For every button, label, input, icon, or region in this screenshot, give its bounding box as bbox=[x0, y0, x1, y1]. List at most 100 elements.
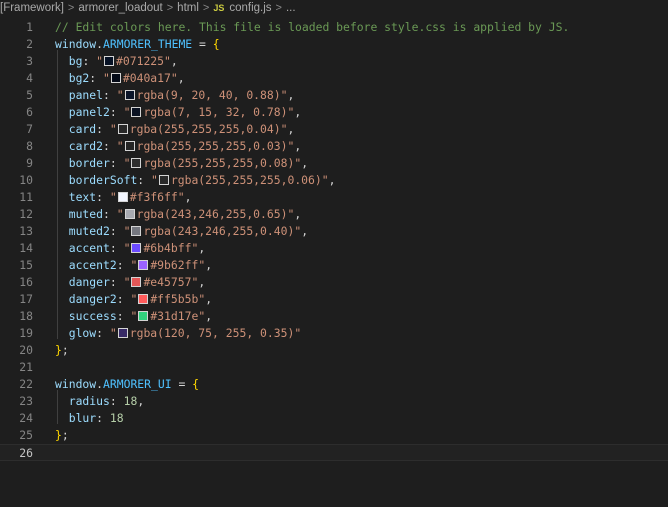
code-content: card2: " rgba(255,255,255,0.03)", bbox=[55, 138, 301, 155]
color-swatch-icon[interactable] bbox=[124, 141, 135, 151]
code-content: text: " #f3f6ff", bbox=[55, 189, 192, 206]
colon: : bbox=[103, 139, 117, 153]
code-content: // Edit colors here. This file is loaded… bbox=[55, 19, 569, 36]
colon: : bbox=[116, 292, 131, 306]
code-line[interactable]: 22 window.ARMORER_UI = { bbox=[0, 376, 668, 393]
theme-key-accent: accent bbox=[68, 241, 110, 255]
line-number: 7 bbox=[26, 122, 33, 136]
close-brace: } bbox=[55, 428, 62, 442]
color-swatch-icon[interactable] bbox=[131, 226, 142, 236]
theme-key-card: card bbox=[68, 122, 97, 136]
color-swatch-icon[interactable] bbox=[124, 90, 135, 100]
code-line[interactable]: 21 bbox=[0, 359, 668, 376]
line-number: 10 bbox=[19, 173, 33, 187]
theme-value-panel: rgba(9, 20, 40, 0.88) bbox=[136, 88, 281, 102]
color-swatch-icon[interactable] bbox=[131, 243, 142, 253]
code-editor[interactable]: 1 // Edit colors here. This file is loade… bbox=[0, 16, 668, 507]
line-number: 11 bbox=[19, 190, 33, 204]
comma: , bbox=[301, 224, 309, 238]
code-line[interactable]: 16 danger: " #e45757", bbox=[0, 274, 668, 291]
color-swatch-icon[interactable] bbox=[131, 107, 142, 117]
code-line[interactable]: 23 radius: 18, bbox=[0, 393, 668, 410]
theme-key-danger2: danger2 bbox=[68, 292, 117, 306]
code-line[interactable]: 24 blur: 18 bbox=[0, 410, 668, 427]
comma: , bbox=[287, 88, 295, 102]
line-number: 20 bbox=[19, 343, 33, 357]
code-line[interactable]: 17 danger2: " #ff5b5b", bbox=[0, 291, 668, 308]
ui-constant-name: ARMORER_UI bbox=[103, 377, 172, 391]
color-swatch-icon[interactable] bbox=[131, 158, 142, 168]
color-swatch-icon[interactable] bbox=[124, 209, 135, 219]
comma: , bbox=[328, 173, 336, 187]
quote: " bbox=[96, 54, 104, 68]
colon: : bbox=[109, 394, 124, 408]
code-line[interactable]: 14 accent: " #6b4bff", bbox=[0, 240, 668, 257]
color-swatch-icon[interactable] bbox=[158, 175, 169, 185]
code-line[interactable]: 6 panel2: " rgba(7, 15, 32, 0.78)", bbox=[0, 104, 668, 121]
theme-object: window bbox=[55, 37, 97, 51]
theme-value-accent2: #9b62ff bbox=[150, 258, 199, 272]
code-line[interactable]: 15 accent2: " #9b62ff", bbox=[0, 257, 668, 274]
breadcrumb-item-framework[interactable]: [Framework] bbox=[0, 2, 64, 14]
color-swatch-icon[interactable] bbox=[117, 192, 128, 202]
code-line[interactable]: 5 panel: " rgba(9, 20, 40, 0.88)", bbox=[0, 87, 668, 104]
breadcrumb-item-more[interactable]: ... bbox=[286, 2, 296, 14]
code-line[interactable]: 19 glow: " rgba(120, 75, 255, 0.35)" bbox=[0, 325, 668, 342]
theme-key-accent2: accent2 bbox=[68, 258, 117, 272]
line-number: 21 bbox=[19, 360, 33, 374]
code-line[interactable]: 12 muted: " rgba(243,246,255,0.65)", bbox=[0, 206, 668, 223]
code-line[interactable]: 25}; bbox=[0, 427, 668, 444]
color-swatch-icon[interactable] bbox=[138, 311, 149, 321]
color-swatch-icon[interactable] bbox=[138, 260, 149, 270]
quote: " bbox=[164, 54, 171, 68]
code-line[interactable]: 8 card2: " rgba(255,255,255,0.03)", bbox=[0, 138, 668, 155]
breadcrumb-item-html[interactable]: html bbox=[177, 2, 199, 14]
code-line[interactable]: 26 bbox=[0, 444, 668, 461]
quote: " bbox=[116, 88, 124, 102]
color-swatch-icon[interactable] bbox=[138, 294, 149, 304]
ui-object: window bbox=[55, 377, 97, 391]
theme-value-bg: #071225 bbox=[116, 54, 165, 68]
theme-key-success: success bbox=[68, 309, 117, 323]
code-line[interactable]: 7 card: " rgba(255,255,255,0.04)", bbox=[0, 121, 668, 138]
theme-value-danger2: #ff5b5b bbox=[150, 292, 199, 306]
color-swatch-icon[interactable] bbox=[117, 124, 128, 134]
quote: " bbox=[130, 258, 138, 272]
theme-value-panel2: rgba(7, 15, 32, 0.78) bbox=[143, 105, 288, 119]
colon: : bbox=[96, 190, 110, 204]
color-swatch-icon[interactable] bbox=[110, 73, 121, 83]
line-number: 9 bbox=[26, 156, 33, 170]
code-line[interactable]: 10 borderSoft: " rgba(255,255,255,0.06)", bbox=[0, 172, 668, 189]
theme-value-muted2: rgba(243,246,255,0.40) bbox=[143, 224, 295, 238]
code-content: glow: " rgba(120, 75, 255, 0.35)" bbox=[55, 325, 301, 342]
line-number: 14 bbox=[19, 241, 33, 255]
code-line[interactable]: 13 muted2: " rgba(243,246,255,0.40)", bbox=[0, 223, 668, 240]
code-line[interactable]: 9 border: " rgba(255,255,255,0.08)", bbox=[0, 155, 668, 172]
breadcrumb-item-config-js[interactable]: config.js bbox=[229, 2, 271, 14]
line-number: 1 bbox=[26, 20, 33, 34]
code-line[interactable]: 2 window.ARMORER_THEME = { bbox=[0, 36, 668, 53]
code-line[interactable]: 4 bg2: " #040a17", bbox=[0, 70, 668, 87]
comma: , bbox=[294, 139, 302, 153]
color-swatch-icon[interactable] bbox=[104, 56, 115, 66]
theme-value-card: rgba(255,255,255,0.04) bbox=[129, 122, 281, 136]
code-line[interactable]: 20}; bbox=[0, 342, 668, 359]
code-line[interactable]: 18 success: " #31d17e", bbox=[0, 308, 668, 325]
code-line[interactable]: 3 bg: " #071225", bbox=[0, 53, 668, 70]
code-line[interactable]: 11 text: " #f3f6ff", bbox=[0, 189, 668, 206]
code-line[interactable]: 1 // Edit colors here. This file is loade… bbox=[0, 19, 668, 36]
code-content: panel2: " rgba(7, 15, 32, 0.78)", bbox=[55, 104, 301, 121]
comma: , bbox=[287, 122, 295, 136]
line-number: 2 bbox=[26, 37, 33, 51]
breadcrumb-item-armorer-loadout[interactable]: armorer_loadout bbox=[78, 2, 162, 14]
color-swatch-icon[interactable] bbox=[117, 328, 128, 338]
theme-constant-name: ARMORER_THEME bbox=[103, 37, 193, 51]
quote: " bbox=[123, 105, 131, 119]
color-swatch-icon[interactable] bbox=[131, 277, 142, 287]
comma: , bbox=[205, 309, 213, 323]
line-number: 26 bbox=[19, 446, 33, 460]
